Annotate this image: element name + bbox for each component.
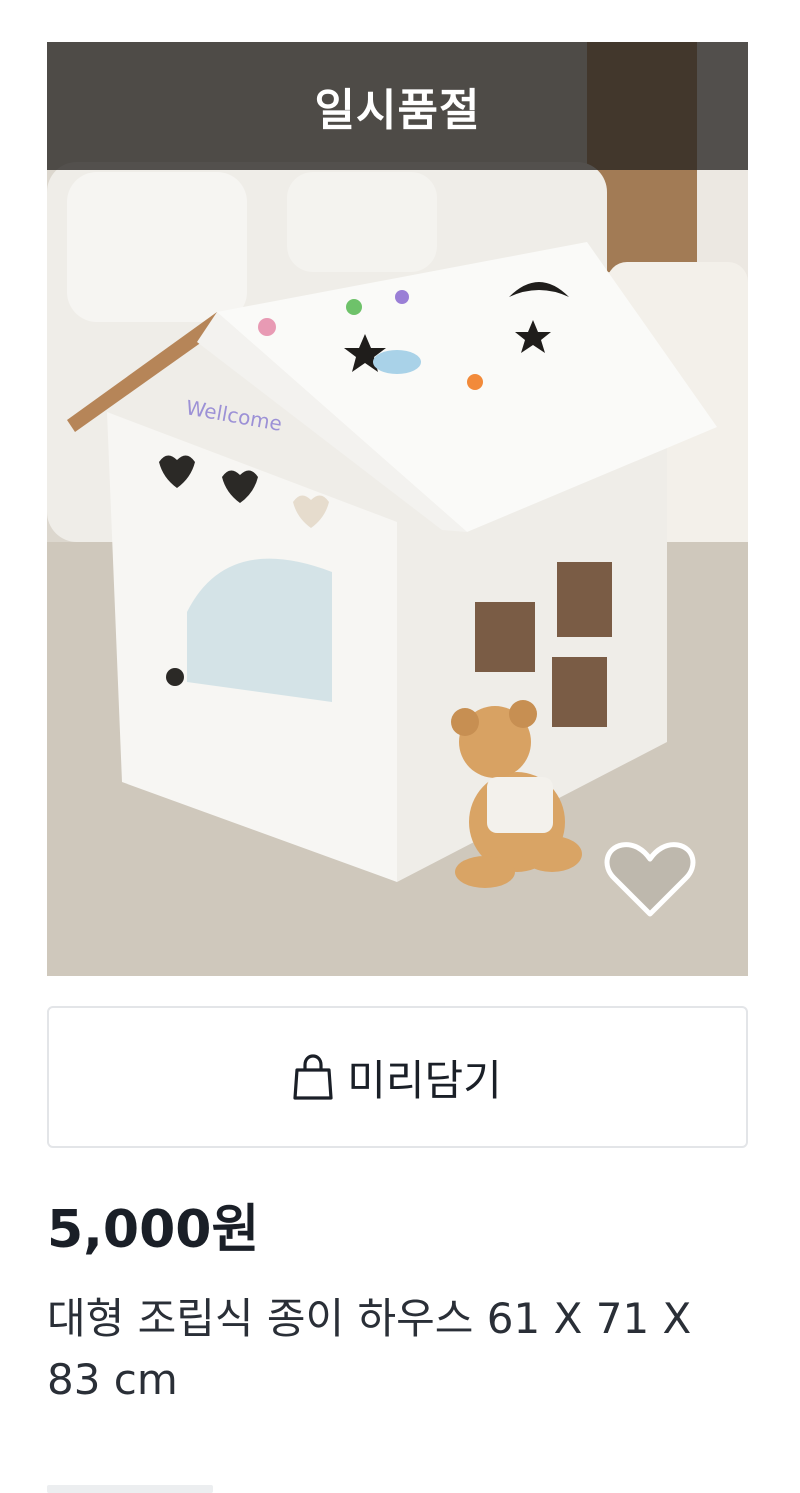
shopping-bag-icon [293, 1054, 333, 1100]
soldout-label: 일시품절 [314, 85, 481, 136]
product-image[interactable]: Wellcome 일시품절 [47, 42, 748, 976]
product-card[interactable]: Wellcome 일시품절 미리담기 5,000원 대형 조립식 종이 하우스 … [47, 42, 748, 1411]
wish-button[interactable] [595, 832, 705, 928]
add-to-cart-button[interactable]: 미리담기 [47, 1006, 748, 1148]
soldout-badge: 일시품절 [47, 42, 748, 170]
product-title[interactable]: 대형 조립식 종이 하우스 61 X 71 X 83 cm [47, 1289, 748, 1411]
add-to-cart-label: 미리담기 [347, 1055, 502, 1105]
heart-outline-icon [604, 842, 696, 917]
product-price: 5,000원 [47, 1200, 260, 1260]
badge-placeholder [47, 1485, 213, 1493]
